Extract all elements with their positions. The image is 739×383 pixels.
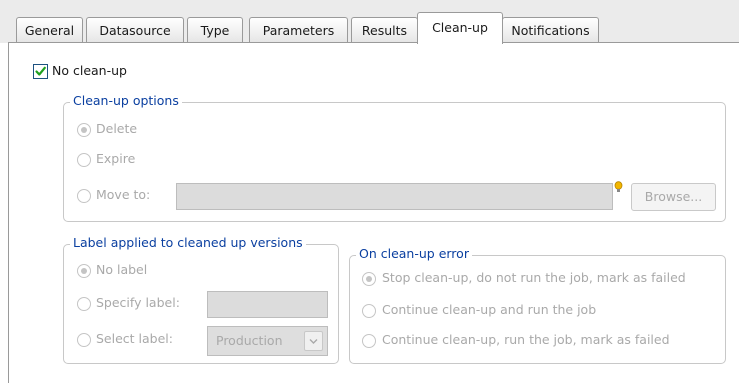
tab-general[interactable]: General <box>16 17 83 42</box>
browse-button[interactable]: Browse... <box>631 183 716 211</box>
tab-clean-up[interactable]: Clean-up <box>417 12 503 44</box>
chevron-down-icon <box>309 339 318 344</box>
tab-strip: General Datasource Type Parameters Resul… <box>0 0 739 44</box>
label-group-legend: Label applied to cleaned up versions <box>70 235 306 250</box>
continue-run-radio[interactable] <box>362 304 376 318</box>
checkmark-icon <box>35 66 46 76</box>
stop-cleanup-radio[interactable] <box>362 272 376 286</box>
expire-radio[interactable] <box>77 153 91 167</box>
move-to-field[interactable] <box>176 183 613 210</box>
continue-fail-label: Continue clean-up, run the job, mark as … <box>382 332 670 347</box>
no-label-radio[interactable] <box>77 264 91 278</box>
continue-run-label: Continue clean-up and run the job <box>382 302 597 317</box>
no-label-label: No label <box>96 262 148 277</box>
tab-datasource[interactable]: Datasource <box>86 17 184 42</box>
radio-selected-dot <box>81 127 87 133</box>
stop-cleanup-label: Stop clean-up, do not run the job, mark … <box>382 270 686 285</box>
tab-parameters[interactable]: Parameters <box>249 17 348 42</box>
radio-selected-dot <box>366 276 372 282</box>
select-label-dropdown[interactable]: Production <box>207 326 328 356</box>
delete-label: Delete <box>96 121 138 136</box>
select-label-value: Production <box>216 333 283 348</box>
expire-label: Expire <box>96 151 136 166</box>
move-to-radio[interactable] <box>77 189 91 203</box>
radio-selected-dot <box>81 268 87 274</box>
specify-label-label: Specify label: <box>96 295 180 310</box>
move-to-label: Move to: <box>96 187 151 202</box>
continue-fail-radio[interactable] <box>362 334 376 348</box>
delete-radio[interactable] <box>77 123 91 137</box>
tab-notifications[interactable]: Notifications <box>502 17 599 42</box>
specify-label-field[interactable] <box>207 291 328 318</box>
select-label-label: Select label: <box>96 331 173 346</box>
specify-label-radio[interactable] <box>77 297 91 311</box>
tab-results[interactable]: Results <box>351 17 418 42</box>
select-label-radio[interactable] <box>77 333 91 347</box>
cleanup-options-legend: Clean-up options <box>70 93 182 108</box>
tab-type[interactable]: Type <box>187 17 243 42</box>
no-cleanup-checkbox[interactable] <box>33 64 48 79</box>
dropdown-button[interactable] <box>304 331 323 351</box>
no-cleanup-label[interactable]: No clean-up <box>52 63 127 78</box>
error-group-legend: On clean-up error <box>356 246 472 261</box>
lightbulb-icon <box>614 181 623 192</box>
